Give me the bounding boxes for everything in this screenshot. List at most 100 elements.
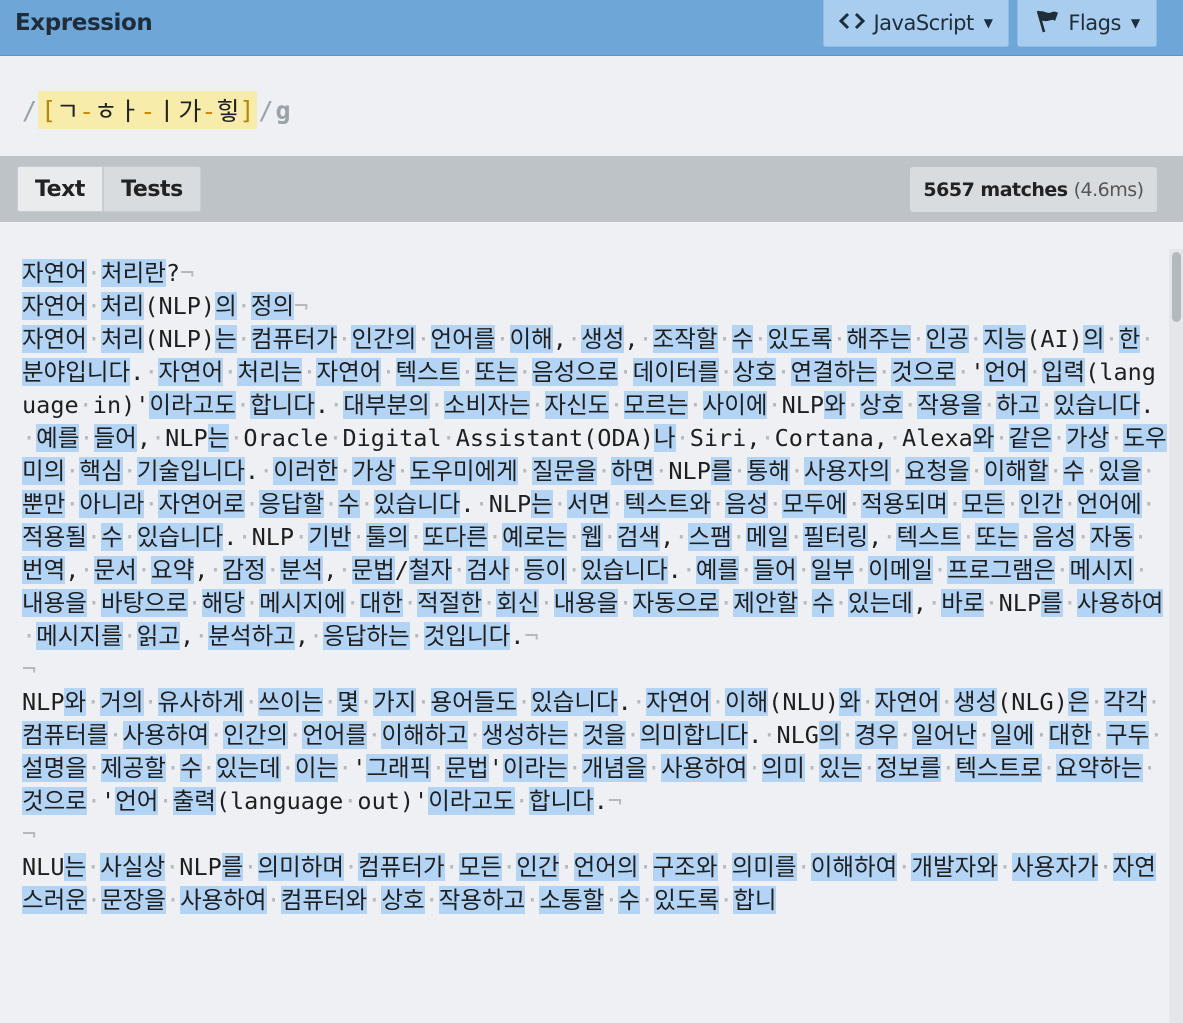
match-highlight: 읽고 (136, 622, 181, 650)
match-highlight: 와 (839, 688, 861, 716)
match-highlight: 적용되며 (861, 490, 948, 518)
match-highlight: 를 (221, 853, 244, 881)
character-set[interactable]: [ ㄱ-ㅎㅏ-ㅣ가-힣 ] (38, 91, 258, 129)
text-paragraph: ¬ (22, 655, 37, 683)
match-highlight: 음성 (1032, 523, 1077, 551)
match-highlight: 있습니다 (373, 490, 461, 518)
match-highlight: 데이터를 (632, 358, 720, 386)
match-highlight: 컴퓨터를 (22, 721, 109, 749)
tab-text[interactable]: Text (17, 166, 103, 212)
match-highlight: 자연어 (645, 688, 711, 716)
match-highlight: 인간의 (223, 721, 289, 749)
source-text[interactable]: 자연어·처리란?¬ 자연어·처리(NLP)의·정의¬ 자연어·처리(NLP)는·… (22, 257, 1167, 917)
match-highlight: 이는 (294, 754, 339, 782)
match-highlight: 처리는 (237, 358, 303, 386)
match-highlight: 바로 (941, 589, 985, 617)
match-highlight: 있도록 (767, 325, 833, 353)
match-highlight: 대한 (1048, 721, 1092, 749)
expression-editor[interactable]: / [ ㄱ-ㅎㅏ-ㅣ가-힣 ] / g (0, 56, 1183, 156)
match-highlight: 처리 (101, 325, 145, 353)
match-highlight: 상호 (733, 358, 777, 386)
match-highlight: 기술입니다 (136, 457, 245, 485)
flags-label: Flags (1068, 11, 1121, 35)
match-highlight: 필터링 (803, 523, 869, 551)
range-operator: - (79, 97, 95, 126)
match-highlight: 는 (215, 325, 237, 353)
match-highlight: 있습니다 (136, 523, 224, 551)
match-highlight: 기반 (308, 523, 352, 551)
match-highlight: 텍스트 (896, 523, 962, 551)
match-highlight: 바탕으로 (101, 589, 188, 617)
match-highlight: 자연어 (158, 358, 224, 386)
match-highlight: 언어 (984, 358, 1028, 386)
match-highlight: 개발자와 (911, 853, 998, 881)
regex-close-delimiter: / (258, 95, 274, 125)
match-highlight: 것입니다 (423, 622, 511, 650)
match-highlight: 있습니다 (531, 688, 618, 716)
match-highlight: 것으로 (22, 787, 87, 815)
scrollbar-thumb[interactable] (1172, 252, 1181, 322)
match-highlight: 구두 (1105, 721, 1150, 749)
match-highlight: 모두에 (782, 490, 848, 518)
match-highlight: 작용하고 (438, 886, 526, 914)
set-char: 힣 (216, 97, 240, 126)
match-highlight: 를 (710, 457, 733, 485)
match-highlight: 아니라 (79, 490, 145, 518)
match-highlight: 인간의 (351, 325, 417, 353)
match-highlight: 일부 (810, 556, 854, 584)
match-highlight: 처리 (101, 292, 145, 320)
match-highlight: 들어 (753, 556, 797, 584)
match-highlight: 정의 (250, 292, 295, 320)
match-highlight: 상호 (381, 886, 425, 914)
match-highlight: 자동 (1090, 523, 1134, 551)
text-editor[interactable]: 자연어·처리란?¬ 자연어·처리(NLP)의·정의¬ 자연어·처리(NLP)는·… (0, 222, 1183, 1023)
match-highlight: 인간 (1019, 490, 1063, 518)
match-highlight: 수 (618, 886, 641, 914)
regex-flags[interactable]: g (276, 96, 291, 125)
regex-expression[interactable]: / [ ㄱ-ㅎㅏ-ㅣ가-힣 ] / g (22, 91, 291, 129)
match-highlight: 메일 (745, 523, 790, 551)
range-operator: - (140, 97, 156, 126)
match-highlight: 하고 (996, 391, 1040, 419)
match-highlight: 이라고도 (428, 787, 515, 815)
match-highlight: 생성 (581, 325, 625, 353)
match-highlight: 인간 (516, 853, 560, 881)
match-highlight: 이해 (724, 688, 769, 716)
language-button[interactable]: JavaScript ▼ (823, 0, 1009, 47)
match-highlight: 은 (1067, 688, 1090, 716)
match-highlight: 용어들도 (430, 688, 517, 716)
match-highlight: 일어난 (912, 721, 977, 749)
match-highlight: 수 (731, 325, 754, 353)
match-highlight: 번역 (22, 556, 66, 584)
match-highlight: 프로그램은 (947, 556, 1056, 584)
vertical-scrollbar[interactable] (1169, 249, 1183, 1023)
match-highlight: 응답하는 (323, 622, 410, 650)
match-highlight: 출력 (172, 787, 216, 815)
match-highlight: 있을 (1098, 457, 1142, 485)
match-highlight: 자연어로 (158, 490, 245, 518)
match-highlight: 의미합니다 (640, 721, 749, 749)
match-highlight: 의 (1082, 325, 1105, 353)
match-highlight: 이해 (509, 325, 553, 353)
flags-button[interactable]: Flags ▼ (1017, 0, 1157, 47)
match-highlight: 또는 (975, 523, 1019, 551)
match-highlight: 는 (64, 853, 87, 881)
match-highlight: 대부분의 (343, 391, 430, 419)
match-highlight: 생성 (953, 688, 998, 716)
match-highlight: 이메일 (868, 556, 934, 584)
match-highlight: 서면 (566, 490, 611, 518)
match-highlight: 텍스트와 (624, 490, 711, 518)
match-highlight: 들어 (93, 424, 137, 452)
code-icon (839, 11, 866, 35)
match-highlight: 수 (338, 490, 360, 518)
match-highlight: 예를 (695, 556, 740, 584)
match-highlight: 언어의 (573, 853, 639, 881)
match-highlight: 경우 (854, 721, 898, 749)
match-results-badge[interactable]: 5657 matches (4.6ms) (910, 167, 1157, 212)
match-highlight: 요약하는 (1056, 754, 1143, 782)
tab-tests[interactable]: Tests (103, 166, 201, 212)
match-highlight: 모르는 (623, 391, 689, 419)
match-highlight: 하면 (610, 457, 655, 485)
match-highlight: 나 (653, 424, 676, 452)
match-highlight: 스팸 (688, 523, 732, 551)
